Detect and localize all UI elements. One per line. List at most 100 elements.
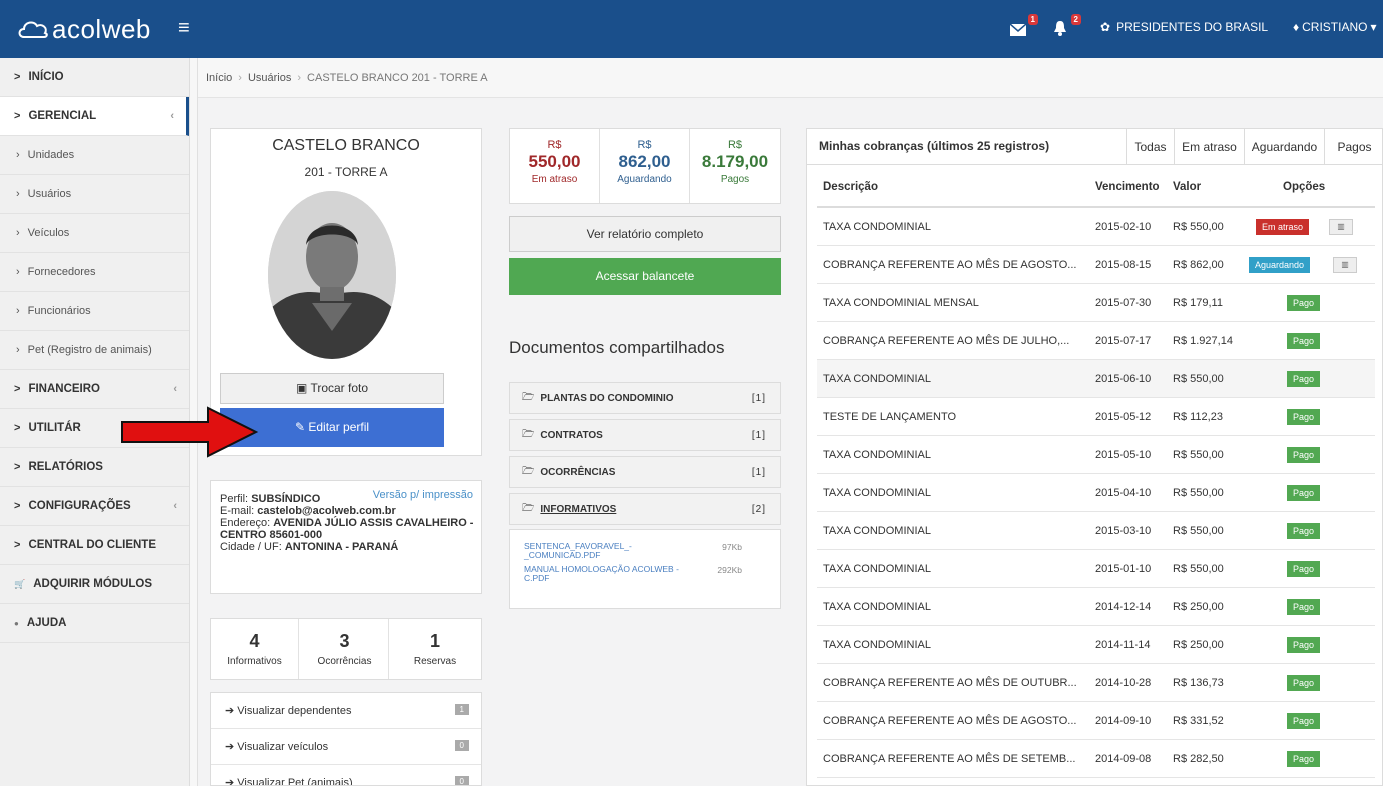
sidebar-item[interactable]: > CENTRAL DO CLIENTE: [0, 526, 189, 565]
table-row: TESTE DE LANÇAMENTO 2015-05-12 R$ 112,23 Pa…: [817, 398, 1375, 436]
sidebar-item[interactable]: > FINANCEIRO ‹: [0, 370, 189, 409]
folder-informativos[interactable]: 🗁 INFORMATIVOS [2]: [509, 493, 781, 525]
cell-due-date: 2014-09-10: [1095, 715, 1152, 727]
file-name-cont: C.PDF: [524, 573, 550, 583]
stat-number: 1: [429, 631, 440, 651]
chevron-right-icon: >: [14, 383, 21, 395]
tab-pagos[interactable]: Pagos: [1324, 129, 1382, 165]
mail-icon[interactable]: 1: [1009, 14, 1038, 40]
brand-logo[interactable]: acolweb: [16, 12, 151, 46]
cell-description: COBRANÇA REFERENTE AO MÊS DE OUTUBR...: [823, 677, 1077, 689]
sidebar-item[interactable]: › Pet (Registro de animais): [0, 331, 189, 370]
documents-title: Documentos compartilhados: [509, 338, 725, 357]
collapse-caret-icon: ‹: [173, 383, 177, 395]
condo-selector[interactable]: ✿ PRESIDENTES DO BRASIL: [1100, 20, 1268, 34]
folder-ocorrencias[interactable]: 🗁 OCORRÊNCIAS [1]: [509, 456, 781, 488]
stat-ocorrencias[interactable]: 3 Ocorrências: [301, 619, 389, 679]
folder-name: OCORRÊNCIAS: [540, 466, 616, 478]
sidebar-item[interactable]: ● AJUDA: [0, 604, 189, 643]
folder-name: INFORMATIVOS: [540, 503, 617, 515]
chart-icon[interactable]: ▥: [1329, 219, 1353, 235]
status-badge[interactable]: Pago: [1287, 561, 1321, 577]
status-badge[interactable]: Pago: [1287, 409, 1321, 425]
cell-value: R$ 282,50: [1173, 753, 1224, 765]
folder-plantas[interactable]: 🗁 PLANTAS DO CONDOMINIO [1]: [509, 382, 781, 414]
menu-toggle-icon[interactable]: ≡: [178, 17, 190, 40]
breadcrumb-users[interactable]: Usuários: [248, 72, 291, 84]
status-badge[interactable]: Pago: [1287, 485, 1321, 501]
status-badge[interactable]: Pago: [1287, 713, 1321, 729]
cell-due-date: 2015-07-17: [1095, 335, 1152, 347]
status-badge[interactable]: Em atraso: [1256, 219, 1310, 235]
tab-em-atraso[interactable]: Em atraso: [1174, 129, 1244, 165]
money-pending: R$ 862,00 Aguardando: [600, 129, 690, 203]
status-badge[interactable]: Pago: [1287, 371, 1321, 387]
sidebar-item[interactable]: > INÍCIO: [0, 58, 189, 97]
sidebar-item[interactable]: › Unidades: [0, 136, 189, 175]
status-badge[interactable]: Pago: [1287, 333, 1321, 349]
sidebar-item[interactable]: > CONFIGURAÇÕES ‹: [0, 487, 189, 526]
table-row: COBRANÇA REFERENTE AO MÊS DE AGOSTO... 20…: [817, 246, 1375, 284]
sidebar-item-label: Funcionários: [27, 305, 91, 317]
chevron-right-icon: ›: [16, 188, 20, 200]
chevron-right-icon: >: [14, 422, 21, 434]
sidebar-item-label: CONFIGURAÇÕES: [28, 500, 131, 512]
sidebar-item[interactable]: › Fornecedores: [0, 253, 189, 292]
sidebar-item[interactable]: › Veículos: [0, 214, 189, 253]
sidebar-item[interactable]: › Usuários: [0, 175, 189, 214]
user-name: CRISTIANO: [1302, 20, 1368, 34]
print-version-link[interactable]: Versão p/ impressão: [373, 489, 473, 501]
status-badge[interactable]: Pago: [1287, 295, 1321, 311]
billing-header: Minhas cobranças (últimos 25 registros) …: [807, 129, 1382, 165]
status-badge[interactable]: Pago: [1287, 599, 1321, 615]
cell-description: TESTE DE LANÇAMENTO: [823, 411, 957, 423]
full-report-button[interactable]: Ver relatório completo: [509, 216, 781, 252]
money-currency: R$: [637, 139, 652, 151]
column-header-value[interactable]: Valor: [1173, 181, 1201, 193]
table-row: TAXA CONDOMINIAL MENSAL 2015-07-30 R$ 179,…: [817, 284, 1375, 322]
status-badge[interactable]: Pago: [1287, 447, 1321, 463]
address-line: Endereço: AVENIDA JÚLIO ASSIS CAVALHEIRO…: [211, 517, 481, 529]
sidebar-item[interactable]: > GERENCIAL ‹: [0, 97, 189, 136]
stat-informativos[interactable]: 4 Informativos: [211, 619, 299, 679]
status-badge[interactable]: Aguardando: [1249, 257, 1311, 273]
tab-todas[interactable]: Todas: [1126, 129, 1174, 165]
sidebar-item-label: Pet (Registro de animais): [27, 344, 152, 356]
annotation-arrow-icon: [121, 406, 259, 458]
view-vehicles-link[interactable]: ➔ Visualizar veículos 0: [211, 729, 481, 765]
view-pets-link[interactable]: ➔ Visualizar Pet (animais) 0: [211, 765, 481, 785]
tab-aguardando[interactable]: Aguardando: [1244, 129, 1324, 165]
column-header-due-date[interactable]: Vencimento: [1095, 181, 1160, 193]
sidebar-item[interactable]: › Funcionários: [0, 292, 189, 331]
folder-contratos[interactable]: 🗁 CONTRATOS [1]: [509, 419, 781, 451]
gear-icon: ✿: [1100, 20, 1111, 34]
city-label: Cidade / UF:: [220, 541, 282, 553]
bell-icon[interactable]: 2: [1053, 14, 1081, 40]
bell-badge: 2: [1070, 14, 1081, 25]
change-photo-button[interactable]: ▣ Trocar foto: [220, 373, 444, 404]
column-header-description[interactable]: Descrição: [823, 181, 878, 193]
brand-name: acolweb: [52, 13, 151, 44]
file-link[interactable]: SENTENCA_FAVORAVEL_- _COMUNICAD.PDF: [524, 542, 694, 560]
view-dependents-link[interactable]: ➔ Visualizar dependentes 1: [211, 693, 481, 729]
cell-value: R$ 331,52: [1173, 715, 1224, 727]
email-line: E-mail: castelob@acolweb.com.br: [211, 505, 481, 517]
file-link[interactable]: MANUAL HOMOLOGAÇÃO ACOLWEB - C.PDF: [524, 565, 694, 583]
cell-description: TAXA CONDOMINIAL: [823, 487, 931, 499]
breadcrumb-home[interactable]: Início: [206, 72, 232, 84]
user-menu[interactable]: ♦ CRISTIANO ▾: [1293, 20, 1377, 34]
balance-sheet-button[interactable]: Acessar balancete: [509, 258, 781, 295]
status-badge[interactable]: Pago: [1287, 637, 1321, 653]
status-badge[interactable]: Pago: [1287, 523, 1321, 539]
address-value: AVENIDA JÚLIO ASSIS CAVALHEIRO -: [273, 517, 474, 529]
chevron-right-icon: >: [14, 500, 21, 512]
cell-description: TAXA CONDOMINIAL: [823, 563, 931, 575]
sidebar-item-label: Usuários: [27, 188, 72, 200]
chart-icon[interactable]: ▥: [1333, 257, 1357, 273]
stat-reservas[interactable]: 1 Reservas: [391, 619, 479, 679]
status-badge[interactable]: Pago: [1287, 675, 1321, 691]
sidebar-item[interactable]: 🛒 ADQUIRIR MÓDULOS: [0, 565, 189, 604]
cell-value: R$ 250,00: [1173, 639, 1224, 651]
cell-due-date: 2015-03-10: [1095, 525, 1152, 537]
status-badge[interactable]: Pago: [1287, 751, 1321, 767]
